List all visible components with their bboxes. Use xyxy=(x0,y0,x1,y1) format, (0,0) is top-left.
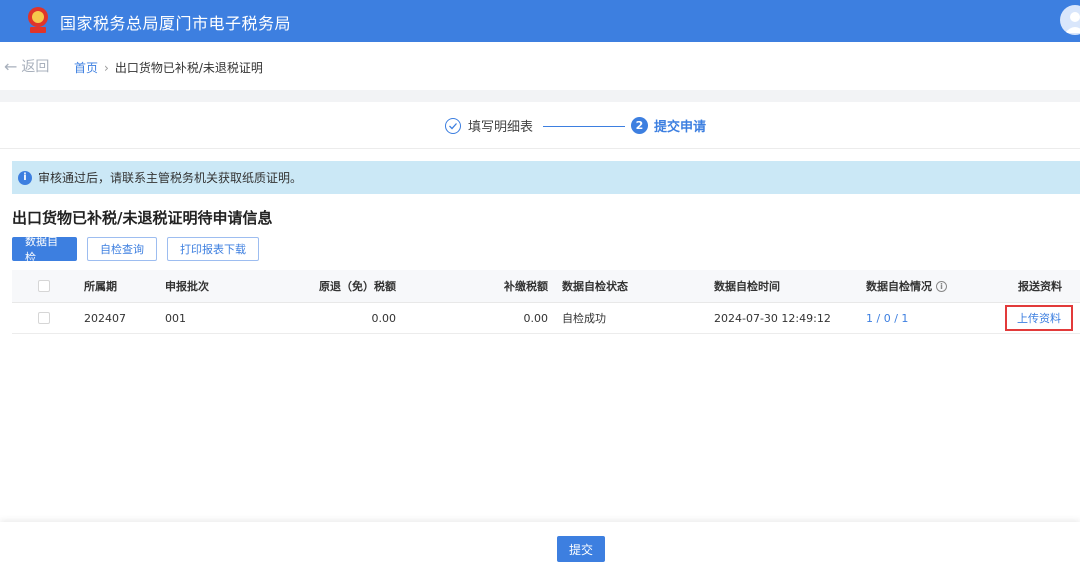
step-1-label: 填写明细表 xyxy=(468,120,534,135)
app-title: 国家税务总局厦门市电子税务局 xyxy=(60,14,292,33)
back-label: 返回 xyxy=(21,59,50,75)
col-check-time: 数据自检时间 xyxy=(714,280,780,293)
action-toolbar: 数据自检 自检查询 打印报表下载 xyxy=(12,235,259,264)
select-all-checkbox[interactable] xyxy=(38,270,50,302)
cell-check-status: 自检成功 xyxy=(562,312,606,325)
application-table: 所属期 申报批次 原退（免）税额 补缴税额 数据自检状态 数据自检时间 数据自检… xyxy=(12,270,1080,334)
footer-bar: 提交 xyxy=(0,522,1080,568)
step-2-number: 2 xyxy=(631,117,648,134)
top-header: 国家税务总局厦门市电子税务局 xyxy=(0,0,1080,42)
cell-supplementary-tax: 0.00 xyxy=(523,311,549,325)
check-query-button[interactable]: 自检查询 xyxy=(87,237,157,261)
print-download-button[interactable]: 打印报表下载 xyxy=(167,237,259,261)
check-circle-icon xyxy=(445,117,461,134)
table-header: 所属期 申报批次 原退（免）税额 补缴税额 数据自检状态 数据自检时间 数据自检… xyxy=(12,270,1080,303)
breadcrumb-home[interactable]: 首页 xyxy=(74,59,98,76)
notice-text: 审核通过后，请联系主管税务机关获取纸质证明。 xyxy=(38,171,303,185)
nav-bar: ← 返回 首页 › 出口货物已补税/未退税证明 xyxy=(0,42,1080,90)
cell-period: 202407 xyxy=(84,311,126,325)
info-icon: i xyxy=(18,170,32,185)
check-result-link[interactable]: 1 / 0 / 1 xyxy=(866,303,908,333)
step-connector xyxy=(543,126,625,127)
cell-check-time: 2024-07-30 12:49:12 xyxy=(714,311,831,325)
col-batch: 申报批次 xyxy=(165,280,209,293)
step-indicator: 填写明细表 2 提交申请 xyxy=(0,102,1080,149)
col-check-result-label: 数据自检情况 xyxy=(866,280,932,293)
section-title: 出口货物已补税/未退税证明待申请信息 xyxy=(12,209,273,227)
step-2: 2 提交申请 xyxy=(631,116,706,135)
submit-button[interactable]: 提交 xyxy=(557,536,605,562)
tax-emblem-icon xyxy=(28,7,48,33)
notice-banner: i 审核通过后，请联系主管税务机关获取纸质证明。 xyxy=(12,161,1080,194)
self-check-button[interactable]: 数据自检 xyxy=(12,235,77,264)
divider-band xyxy=(0,90,1080,102)
col-check-status: 数据自检状态 xyxy=(562,280,628,293)
col-supplementary-tax: 补缴税额 xyxy=(504,280,548,293)
breadcrumb-current: 出口货物已补税/未退税证明 xyxy=(114,61,263,75)
chevron-right-icon: › xyxy=(104,60,109,75)
table-row: 202407 001 0.00 0.00 自检成功 2024-07-30 12:… xyxy=(12,303,1080,334)
info-circle-icon[interactable]: i xyxy=(936,280,947,292)
cell-batch: 001 xyxy=(165,311,186,325)
col-period: 所属期 xyxy=(84,280,117,293)
col-upload: 报送资料 xyxy=(1018,280,1062,293)
col-original-refund: 原退（免）税额 xyxy=(319,280,396,293)
step-2-label: 提交申请 xyxy=(654,120,707,135)
row-checkbox[interactable] xyxy=(38,303,50,333)
cell-original-refund: 0.00 xyxy=(371,311,397,325)
upload-cell: 上传资料 xyxy=(1005,303,1073,333)
col-check-result: 数据自检情况 i xyxy=(866,270,947,302)
step-1: 填写明细表 xyxy=(445,116,533,135)
breadcrumb: 首页 › 出口货物已补税/未退税证明 xyxy=(74,59,263,76)
back-button[interactable]: ← 返回 xyxy=(4,56,49,76)
upload-materials-link[interactable]: 上传资料 xyxy=(1005,305,1073,331)
arrow-left-icon: ← xyxy=(4,56,18,76)
user-avatar-icon[interactable] xyxy=(1060,5,1080,35)
